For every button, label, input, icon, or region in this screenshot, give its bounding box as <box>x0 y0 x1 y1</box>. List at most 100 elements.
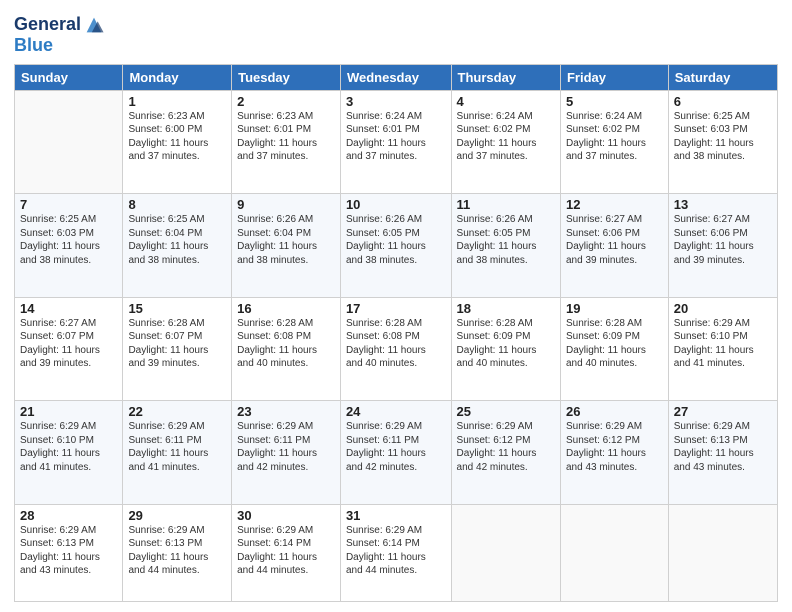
col-header-tuesday: Tuesday <box>232 64 341 90</box>
day-info: Sunrise: 6:25 AM Sunset: 6:03 PM Dayligh… <box>20 213 117 267</box>
calendar-cell <box>15 90 123 194</box>
col-header-sunday: Sunday <box>15 64 123 90</box>
day-number: 31 <box>346 508 446 523</box>
day-info: Sunrise: 6:23 AM Sunset: 6:00 PM Dayligh… <box>128 110 226 164</box>
day-number: 27 <box>674 404 772 419</box>
calendar-cell: 28Sunrise: 6:29 AM Sunset: 6:13 PM Dayli… <box>15 504 123 601</box>
day-number: 26 <box>566 404 663 419</box>
day-info: Sunrise: 6:29 AM Sunset: 6:11 PM Dayligh… <box>128 420 226 474</box>
day-number: 6 <box>674 94 772 109</box>
day-info: Sunrise: 6:25 AM Sunset: 6:03 PM Dayligh… <box>674 110 772 164</box>
calendar-cell: 2Sunrise: 6:23 AM Sunset: 6:01 PM Daylig… <box>232 90 341 194</box>
week-row-3: 14Sunrise: 6:27 AM Sunset: 6:07 PM Dayli… <box>15 297 778 401</box>
calendar-cell: 12Sunrise: 6:27 AM Sunset: 6:06 PM Dayli… <box>560 194 668 298</box>
logo-text-blue: Blue <box>14 36 105 56</box>
day-info: Sunrise: 6:28 AM Sunset: 6:08 PM Dayligh… <box>237 317 335 371</box>
day-number: 16 <box>237 301 335 316</box>
logo: General Blue <box>14 14 105 56</box>
day-number: 13 <box>674 197 772 212</box>
calendar-cell: 29Sunrise: 6:29 AM Sunset: 6:13 PM Dayli… <box>123 504 232 601</box>
day-number: 19 <box>566 301 663 316</box>
calendar-cell: 8Sunrise: 6:25 AM Sunset: 6:04 PM Daylig… <box>123 194 232 298</box>
day-number: 25 <box>457 404 555 419</box>
day-info: Sunrise: 6:28 AM Sunset: 6:09 PM Dayligh… <box>566 317 663 371</box>
day-number: 2 <box>237 94 335 109</box>
day-info: Sunrise: 6:29 AM Sunset: 6:13 PM Dayligh… <box>128 524 226 578</box>
calendar-cell <box>668 504 777 601</box>
day-number: 22 <box>128 404 226 419</box>
calendar-cell: 13Sunrise: 6:27 AM Sunset: 6:06 PM Dayli… <box>668 194 777 298</box>
day-number: 21 <box>20 404 117 419</box>
day-info: Sunrise: 6:27 AM Sunset: 6:06 PM Dayligh… <box>674 213 772 267</box>
day-info: Sunrise: 6:29 AM Sunset: 6:10 PM Dayligh… <box>674 317 772 371</box>
day-number: 8 <box>128 197 226 212</box>
calendar-cell: 23Sunrise: 6:29 AM Sunset: 6:11 PM Dayli… <box>232 401 341 505</box>
calendar-cell: 17Sunrise: 6:28 AM Sunset: 6:08 PM Dayli… <box>340 297 451 401</box>
day-number: 4 <box>457 94 555 109</box>
calendar-cell: 5Sunrise: 6:24 AM Sunset: 6:02 PM Daylig… <box>560 90 668 194</box>
calendar-cell: 16Sunrise: 6:28 AM Sunset: 6:08 PM Dayli… <box>232 297 341 401</box>
calendar-cell: 15Sunrise: 6:28 AM Sunset: 6:07 PM Dayli… <box>123 297 232 401</box>
col-header-wednesday: Wednesday <box>340 64 451 90</box>
calendar-cell: 9Sunrise: 6:26 AM Sunset: 6:04 PM Daylig… <box>232 194 341 298</box>
day-info: Sunrise: 6:29 AM Sunset: 6:12 PM Dayligh… <box>457 420 555 474</box>
day-number: 29 <box>128 508 226 523</box>
day-info: Sunrise: 6:28 AM Sunset: 6:07 PM Dayligh… <box>128 317 226 371</box>
calendar-header-row: SundayMondayTuesdayWednesdayThursdayFrid… <box>15 64 778 90</box>
logo-icon <box>83 14 105 36</box>
day-number: 9 <box>237 197 335 212</box>
col-header-saturday: Saturday <box>668 64 777 90</box>
calendar-cell: 6Sunrise: 6:25 AM Sunset: 6:03 PM Daylig… <box>668 90 777 194</box>
calendar-cell: 25Sunrise: 6:29 AM Sunset: 6:12 PM Dayli… <box>451 401 560 505</box>
day-number: 3 <box>346 94 446 109</box>
day-info: Sunrise: 6:29 AM Sunset: 6:13 PM Dayligh… <box>20 524 117 578</box>
day-info: Sunrise: 6:29 AM Sunset: 6:14 PM Dayligh… <box>346 524 446 578</box>
day-info: Sunrise: 6:26 AM Sunset: 6:05 PM Dayligh… <box>346 213 446 267</box>
col-header-thursday: Thursday <box>451 64 560 90</box>
col-header-friday: Friday <box>560 64 668 90</box>
calendar-cell: 31Sunrise: 6:29 AM Sunset: 6:14 PM Dayli… <box>340 504 451 601</box>
header: General Blue <box>14 10 778 56</box>
day-info: Sunrise: 6:27 AM Sunset: 6:06 PM Dayligh… <box>566 213 663 267</box>
day-info: Sunrise: 6:25 AM Sunset: 6:04 PM Dayligh… <box>128 213 226 267</box>
day-info: Sunrise: 6:24 AM Sunset: 6:02 PM Dayligh… <box>457 110 555 164</box>
calendar-cell: 14Sunrise: 6:27 AM Sunset: 6:07 PM Dayli… <box>15 297 123 401</box>
day-number: 11 <box>457 197 555 212</box>
calendar-cell: 19Sunrise: 6:28 AM Sunset: 6:09 PM Dayli… <box>560 297 668 401</box>
day-info: Sunrise: 6:29 AM Sunset: 6:14 PM Dayligh… <box>237 524 335 578</box>
calendar-table: SundayMondayTuesdayWednesdayThursdayFrid… <box>14 64 778 602</box>
day-number: 28 <box>20 508 117 523</box>
day-info: Sunrise: 6:27 AM Sunset: 6:07 PM Dayligh… <box>20 317 117 371</box>
day-info: Sunrise: 6:29 AM Sunset: 6:12 PM Dayligh… <box>566 420 663 474</box>
day-info: Sunrise: 6:28 AM Sunset: 6:09 PM Dayligh… <box>457 317 555 371</box>
day-info: Sunrise: 6:29 AM Sunset: 6:11 PM Dayligh… <box>346 420 446 474</box>
day-info: Sunrise: 6:29 AM Sunset: 6:13 PM Dayligh… <box>674 420 772 474</box>
calendar-cell: 11Sunrise: 6:26 AM Sunset: 6:05 PM Dayli… <box>451 194 560 298</box>
day-number: 5 <box>566 94 663 109</box>
day-info: Sunrise: 6:26 AM Sunset: 6:04 PM Dayligh… <box>237 213 335 267</box>
day-number: 15 <box>128 301 226 316</box>
calendar-cell: 27Sunrise: 6:29 AM Sunset: 6:13 PM Dayli… <box>668 401 777 505</box>
day-number: 7 <box>20 197 117 212</box>
calendar-cell: 21Sunrise: 6:29 AM Sunset: 6:10 PM Dayli… <box>15 401 123 505</box>
week-row-2: 7Sunrise: 6:25 AM Sunset: 6:03 PM Daylig… <box>15 194 778 298</box>
calendar-cell <box>451 504 560 601</box>
day-number: 18 <box>457 301 555 316</box>
calendar-cell: 7Sunrise: 6:25 AM Sunset: 6:03 PM Daylig… <box>15 194 123 298</box>
calendar-cell: 3Sunrise: 6:24 AM Sunset: 6:01 PM Daylig… <box>340 90 451 194</box>
day-info: Sunrise: 6:26 AM Sunset: 6:05 PM Dayligh… <box>457 213 555 267</box>
day-info: Sunrise: 6:29 AM Sunset: 6:10 PM Dayligh… <box>20 420 117 474</box>
calendar-cell: 26Sunrise: 6:29 AM Sunset: 6:12 PM Dayli… <box>560 401 668 505</box>
calendar-cell: 24Sunrise: 6:29 AM Sunset: 6:11 PM Dayli… <box>340 401 451 505</box>
calendar-cell: 1Sunrise: 6:23 AM Sunset: 6:00 PM Daylig… <box>123 90 232 194</box>
week-row-1: 1Sunrise: 6:23 AM Sunset: 6:00 PM Daylig… <box>15 90 778 194</box>
week-row-5: 28Sunrise: 6:29 AM Sunset: 6:13 PM Dayli… <box>15 504 778 601</box>
calendar-cell: 30Sunrise: 6:29 AM Sunset: 6:14 PM Dayli… <box>232 504 341 601</box>
day-info: Sunrise: 6:24 AM Sunset: 6:01 PM Dayligh… <box>346 110 446 164</box>
calendar-cell: 18Sunrise: 6:28 AM Sunset: 6:09 PM Dayli… <box>451 297 560 401</box>
week-row-4: 21Sunrise: 6:29 AM Sunset: 6:10 PM Dayli… <box>15 401 778 505</box>
calendar-cell: 20Sunrise: 6:29 AM Sunset: 6:10 PM Dayli… <box>668 297 777 401</box>
day-number: 30 <box>237 508 335 523</box>
calendar-cell <box>560 504 668 601</box>
day-number: 24 <box>346 404 446 419</box>
